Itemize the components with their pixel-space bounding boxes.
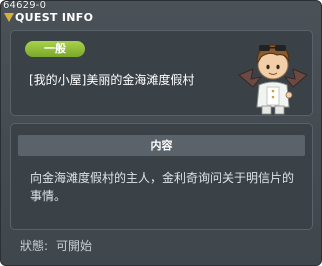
quest-id-label: 64629-0 — [3, 0, 47, 11]
quest-description-panel: 内容 向金海滩度假村的主人，金利奇询问关于明信片的 事情。 — [10, 123, 313, 230]
status-value: 可開始 — [56, 239, 93, 253]
title-bar[interactable]: QUEST INFO — [1, 11, 321, 29]
status-label: 狀態: — [20, 239, 49, 253]
quest-title: [我的小屋]美丽的金海滩度假村 — [29, 73, 195, 87]
npc-portrait-icon — [238, 44, 308, 115]
quest-status: 狀態: 可開始 — [20, 237, 100, 254]
description-line: 事情。 — [30, 189, 67, 203]
description-text: 向金海滩度假村的主人，金利奇询问关于明信片的 事情。 — [30, 169, 300, 205]
quest-info-window: 64629-0 QUEST INFO 一般 [我的小屋]美丽的金海滩度假村 内容… — [0, 0, 322, 266]
quest-marker-icon — [4, 13, 14, 22]
description-header: 内容 — [18, 135, 305, 156]
quest-summary-panel: 一般 [我的小屋]美丽的金海滩度假村 — [10, 30, 313, 116]
category-badge: 一般 — [25, 41, 85, 57]
window-title: QUEST INFO — [15, 11, 94, 24]
description-line: 向金海滩度假村的主人，金利奇询问关于明信片的 — [30, 171, 295, 185]
